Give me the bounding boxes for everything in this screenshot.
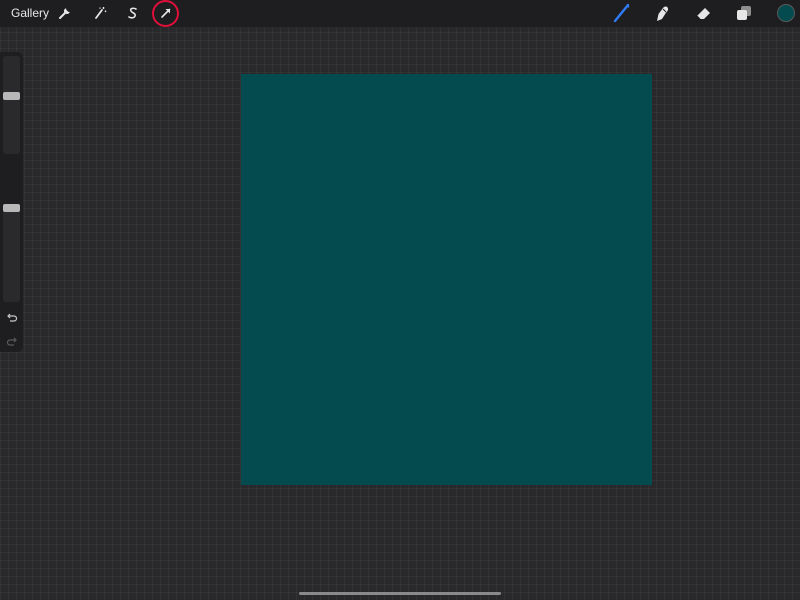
layers-icon <box>737 6 751 20</box>
actions-button[interactable] <box>52 0 78 26</box>
left-sidebar <box>0 52 23 352</box>
smudge-button[interactable] <box>649 0 675 26</box>
smudge-finger-icon <box>657 6 669 21</box>
brush-icon <box>613 3 630 23</box>
adjustments-button[interactable] <box>87 0 113 26</box>
gallery-button[interactable]: Gallery <box>11 6 49 20</box>
paint-button[interactable] <box>609 0 635 26</box>
redo-icon[interactable] <box>6 335 18 347</box>
opacity-slider-thumb[interactable] <box>3 204 20 212</box>
brush-size-slider-thumb[interactable] <box>3 92 20 100</box>
undo-icon[interactable] <box>6 311 18 323</box>
erase-button[interactable] <box>690 0 716 26</box>
transform-highlight-ring <box>152 0 179 27</box>
wrench-icon <box>59 8 70 19</box>
eraser-icon <box>696 8 710 20</box>
top-toolbar: Gallery <box>0 0 800 27</box>
magic-wand-icon <box>95 7 107 19</box>
home-indicator[interactable] <box>299 592 501 595</box>
color-swatch-button[interactable] <box>777 4 795 22</box>
brush-size-slider[interactable] <box>3 56 20 154</box>
layers-button[interactable] <box>731 0 757 26</box>
selection-button[interactable] <box>120 0 146 26</box>
selection-s-icon <box>128 7 137 19</box>
drawing-canvas[interactable] <box>241 74 652 485</box>
opacity-slider[interactable] <box>3 204 20 302</box>
